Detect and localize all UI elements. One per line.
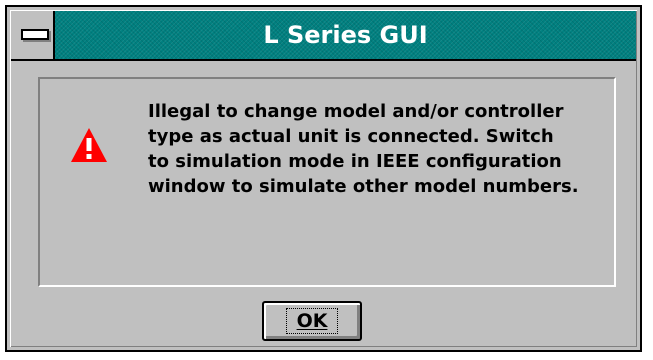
message-panel: Illegal to change model and/or controlle…: [38, 77, 616, 287]
message-line: type as actual unit is connected. Switch: [148, 126, 554, 147]
window-title: L Series GUI: [263, 21, 428, 49]
ok-button[interactable]: OK: [262, 301, 362, 341]
system-menu-icon: [21, 29, 49, 40]
message-line: window to simulate other model numbers.: [148, 176, 579, 197]
dialog-window: L Series GUI Illegal to change model and…: [5, 5, 642, 352]
warning-icon: [71, 128, 107, 162]
message-line: to simulation mode in IEEE configuration: [148, 151, 562, 172]
message-line: Illegal to change model and/or controlle…: [148, 101, 564, 122]
dialog-message: Illegal to change model and/or controlle…: [148, 99, 608, 199]
ok-button-label: OK: [285, 308, 339, 334]
title-bar[interactable]: L Series GUI: [11, 11, 636, 61]
system-menu-button[interactable]: [11, 11, 55, 59]
